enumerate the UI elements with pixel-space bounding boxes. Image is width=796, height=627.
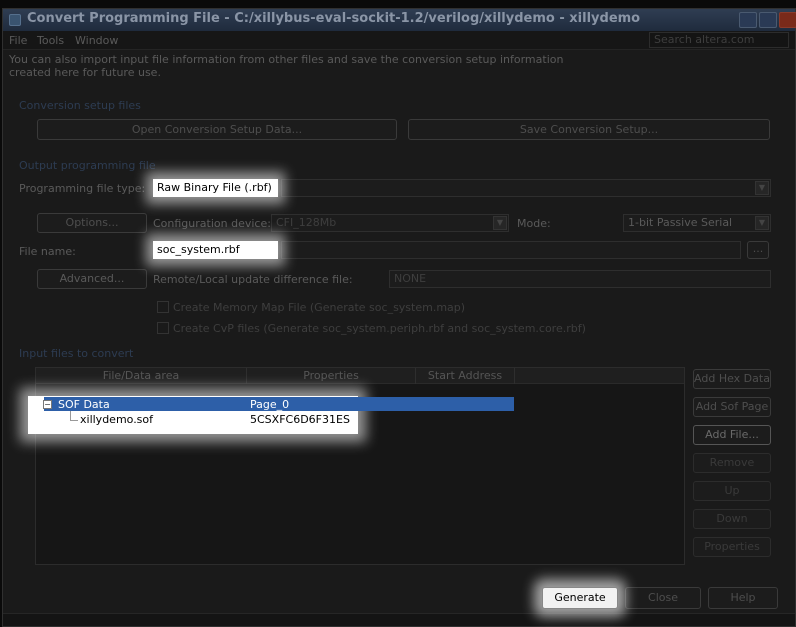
- cvp-files-checkbox-label: Create CvP files (Generate soc_system.pe…: [173, 322, 586, 335]
- remote-update-select[interactable]: NONE: [389, 270, 771, 288]
- window-title: Convert Programming File - C:/xillybus-e…: [27, 11, 641, 26]
- help-button[interactable]: Help: [708, 587, 778, 609]
- config-device-label: Configuration device:: [153, 217, 271, 230]
- menu-window[interactable]: Window: [75, 34, 118, 47]
- table-header: File/Data area Properties Start Address: [36, 368, 684, 384]
- input-files-heading: Input files to convert: [19, 347, 134, 360]
- mode-dropdown-arrow[interactable]: ▼: [755, 216, 769, 230]
- row-sof-file-properties: 5CSXFC6D6F31ES: [250, 413, 350, 426]
- add-hex-data-button[interactable]: Add Hex Data: [693, 369, 771, 389]
- file-type-dropdown-arrow[interactable]: ▼: [755, 181, 769, 195]
- file-type-select-rest[interactable]: [281, 179, 771, 197]
- tree-connector: [70, 420, 78, 421]
- row-sof-file-name[interactable]: xillydemo.sof: [80, 413, 153, 426]
- file-type-select[interactable]: Raw Binary File (.rbf): [153, 179, 278, 197]
- status-bar: [3, 613, 795, 626]
- generate-button[interactable]: Generate: [542, 587, 618, 609]
- collapse-icon[interactable]: −: [43, 400, 52, 409]
- config-device-dropdown-arrow[interactable]: ▼: [493, 216, 507, 230]
- column-separator: [514, 368, 515, 384]
- browse-button[interactable]: ...: [747, 241, 769, 259]
- row-sof-data-properties: Page_0: [250, 398, 290, 411]
- menu-tools[interactable]: Tools: [37, 34, 64, 47]
- menu-file[interactable]: File: [9, 34, 27, 47]
- file-name-input-rest[interactable]: [281, 241, 741, 259]
- file-name-label: File name:: [19, 245, 76, 258]
- input-files-table[interactable]: File/Data area Properties Start Address …: [28, 367, 685, 565]
- column-header-file[interactable]: File/Data area: [36, 369, 246, 382]
- menu-bar: File Tools Window Search altera.com: [3, 31, 795, 50]
- minimize-button[interactable]: [739, 12, 757, 28]
- cvp-files-checkbox[interactable]: [157, 322, 169, 334]
- advanced-button[interactable]: Advanced...: [37, 269, 147, 289]
- mode-label: Mode:: [517, 217, 551, 230]
- memory-map-checkbox[interactable]: [157, 301, 169, 313]
- close-button[interactable]: Close: [625, 587, 701, 609]
- mode-select[interactable]: 1-bit Passive Serial: [623, 214, 771, 232]
- properties-button[interactable]: Properties: [693, 537, 771, 557]
- search-input[interactable]: Search altera.com: [649, 32, 789, 48]
- open-conversion-setup-button[interactable]: Open Conversion Setup Data...: [37, 119, 397, 140]
- maximize-button[interactable]: [759, 12, 777, 28]
- add-sof-page-button[interactable]: Add Sof Page: [693, 397, 771, 417]
- file-name-input[interactable]: soc_system.rbf: [153, 241, 278, 259]
- save-conversion-setup-button[interactable]: Save Conversion Setup...: [408, 119, 770, 140]
- title-bar[interactable]: Convert Programming File - C:/xillybus-e…: [3, 9, 796, 31]
- up-button[interactable]: Up: [693, 481, 771, 501]
- tree-connector: [70, 411, 71, 420]
- file-type-label: Programming file type:: [19, 182, 146, 195]
- remote-update-label: Remote/Local update difference file:: [153, 273, 353, 286]
- app-icon: [9, 14, 21, 26]
- convert-programming-file-window: Convert Programming File - C:/xillybus-e…: [2, 8, 796, 627]
- down-button[interactable]: Down: [693, 509, 771, 529]
- row-sof-data-name: SOF Data: [58, 398, 110, 411]
- add-file-button[interactable]: Add File...: [693, 425, 771, 445]
- output-file-heading: Output programming file: [19, 159, 156, 172]
- remove-button[interactable]: Remove: [693, 453, 771, 473]
- conversion-setup-heading: Conversion setup files: [19, 99, 141, 112]
- intro-text: You can also import input file informati…: [9, 53, 564, 79]
- close-window-button[interactable]: [779, 12, 796, 28]
- column-header-start-address[interactable]: Start Address: [416, 369, 514, 382]
- config-device-select[interactable]: CFI_128Mb: [271, 214, 509, 232]
- options-button[interactable]: Options...: [37, 213, 147, 233]
- column-header-properties[interactable]: Properties: [247, 369, 415, 382]
- memory-map-checkbox-label: Create Memory Map File (Generate soc_sys…: [173, 301, 466, 314]
